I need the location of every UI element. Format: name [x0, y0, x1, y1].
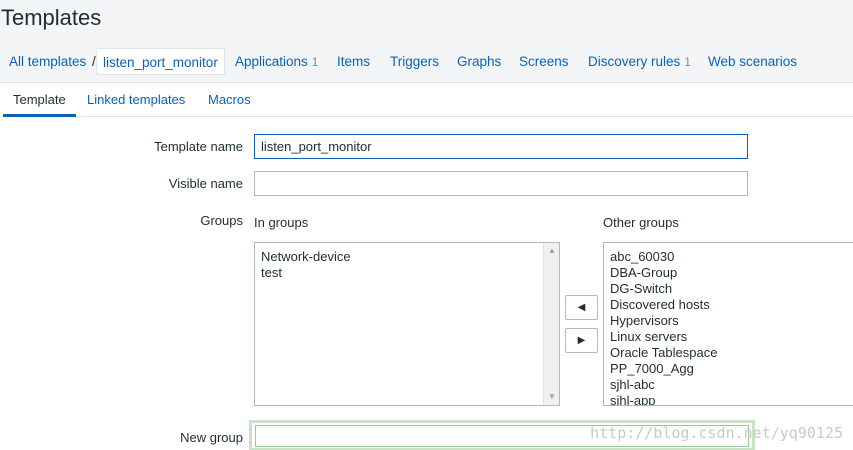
move-to-in-groups-button[interactable]: ◀ — [565, 295, 598, 320]
group-option[interactable]: Oracle Tablespace — [604, 345, 853, 361]
template-navigation: All templates / listen_port_monitor Appl… — [0, 48, 853, 75]
scroll-down-icon[interactable]: ▼ — [544, 389, 559, 405]
scroll-up-icon[interactable]: ▲ — [544, 243, 559, 259]
group-option[interactable]: DBA-Group — [604, 265, 853, 281]
group-option[interactable]: Linux servers — [604, 329, 853, 345]
nav-applications-count: 1 — [311, 55, 319, 69]
visible-name-input[interactable] — [254, 171, 748, 196]
nav-applications[interactable]: Applications 1 — [235, 48, 318, 75]
group-option[interactable]: PP_7000_Agg — [604, 361, 853, 377]
page-title: Templates — [1, 5, 102, 30]
template-form-panel: Template Linked templates Macros Templat… — [0, 82, 853, 450]
tab-linked-templates[interactable]: Linked templates — [87, 91, 185, 117]
group-option[interactable]: Discovered hosts — [604, 297, 853, 313]
in-groups-listbox[interactable]: Network-device test ▲ ▼ — [254, 242, 560, 406]
in-groups-label: In groups — [254, 215, 309, 230]
nav-applications-label: Applications — [235, 54, 308, 69]
other-groups-options: abc_60030 DBA-Group DG-Switch Discovered ho… — [604, 243, 853, 405]
group-option[interactable]: DG-Switch — [604, 281, 853, 297]
form-tabs: Template Linked templates Macros — [0, 83, 853, 117]
breadcrumb-current-template[interactable]: listen_port_monitor — [96, 48, 225, 75]
nav-graphs[interactable]: Graphs — [457, 48, 501, 75]
group-option[interactable]: test — [255, 265, 559, 281]
nav-discovery-rules-label: Discovery rules — [588, 54, 681, 69]
new-group-label: New group — [180, 430, 243, 445]
nav-items[interactable]: Items — [337, 48, 370, 75]
group-option[interactable]: abc_60030 — [604, 249, 853, 265]
nav-web-scenarios[interactable]: Web scenarios — [708, 48, 797, 75]
tab-template[interactable]: Template — [3, 91, 76, 117]
group-option[interactable]: sjhl-app — [604, 393, 853, 405]
other-groups-listbox[interactable]: abc_60030 DBA-Group DG-Switch Discovered ho… — [603, 242, 853, 406]
group-option[interactable]: Network-device — [255, 249, 559, 265]
template-name-label: Template name — [154, 139, 243, 154]
group-option[interactable]: sjhl-abc — [604, 377, 853, 393]
nav-screens[interactable]: Screens — [519, 48, 569, 75]
group-option[interactable]: Hypervisors — [604, 313, 853, 329]
in-groups-options: Network-device test — [255, 243, 559, 281]
in-groups-scrollbar[interactable]: ▲ ▼ — [543, 243, 559, 405]
template-name-input[interactable]: listen_port_monitor — [254, 134, 748, 159]
other-groups-label: Other groups — [603, 215, 679, 230]
nav-triggers[interactable]: Triggers — [390, 48, 439, 75]
watermark: http://blog.csdn.net/yq90125 — [590, 424, 843, 442]
visible-name-label: Visible name — [168, 176, 243, 191]
tab-macros[interactable]: Macros — [208, 91, 251, 117]
groups-label: Groups — [200, 213, 243, 228]
nav-discovery-rules-count: 1 — [684, 55, 691, 69]
move-to-other-groups-button[interactable]: ▶ — [565, 328, 598, 353]
nav-discovery-rules[interactable]: Discovery rules 1 — [588, 48, 691, 75]
breadcrumb-all-templates[interactable]: All templates — [9, 48, 86, 75]
